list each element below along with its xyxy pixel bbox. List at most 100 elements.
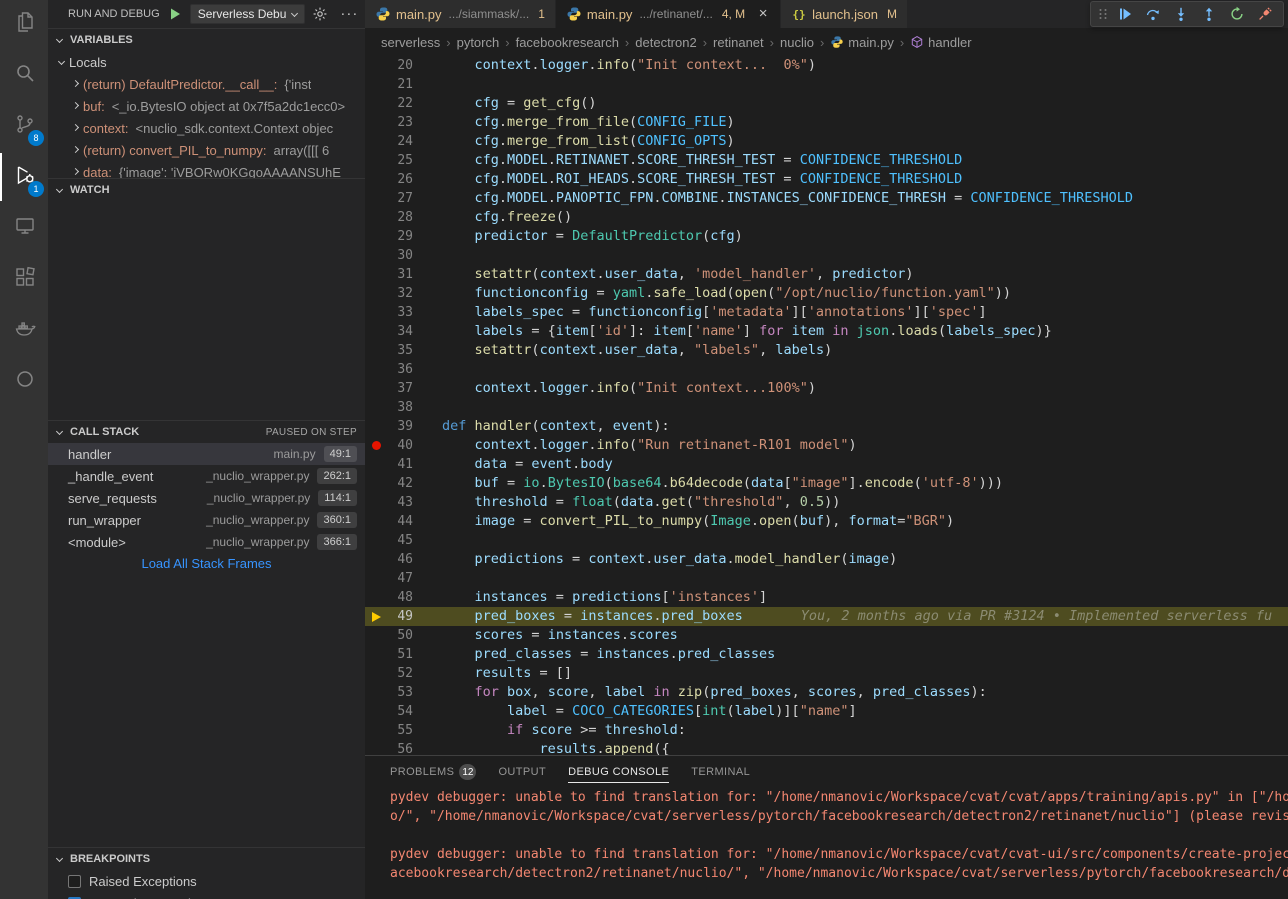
line-number[interactable]: 47: [387, 569, 413, 588]
line-number[interactable]: 22: [387, 94, 413, 113]
scope-locals-row[interactable]: Locals: [48, 51, 365, 73]
line-number[interactable]: 49: [387, 607, 413, 626]
gutter-margin[interactable]: [365, 113, 387, 132]
code-line[interactable]: 21: [365, 75, 1288, 94]
breadcrumb-item[interactable]: serverless: [381, 35, 440, 50]
line-number[interactable]: 56: [387, 740, 413, 755]
gutter-margin[interactable]: [365, 189, 387, 208]
activitybar-explorer[interactable]: [0, 0, 48, 48]
variable-row[interactable]: (return) convert_PIL_to_numpy:array([[[ …: [48, 139, 365, 161]
gutter-margin[interactable]: [365, 151, 387, 170]
code-line[interactable]: 33 labels_spec = functionconfig['metadat…: [365, 303, 1288, 322]
editor-tab[interactable]: main.py.../siammask/...1: [365, 0, 556, 28]
stack-frame-row[interactable]: handlermain.py49:1: [48, 443, 365, 465]
stack-frame-row[interactable]: run_wrapper_nuclio_wrapper.py360:1: [48, 509, 365, 531]
more-actions-icon[interactable]: ···: [340, 9, 358, 19]
code-line[interactable]: 23 cfg.merge_from_file(CONFIG_FILE): [365, 113, 1288, 132]
code-line[interactable]: 34 labels = {item['id']: item['name'] fo…: [365, 322, 1288, 341]
gutter-margin[interactable]: [365, 94, 387, 113]
gutter-margin[interactable]: [365, 341, 387, 360]
activitybar-extensions[interactable]: [0, 255, 48, 303]
gutter-margin[interactable]: [365, 303, 387, 322]
line-number[interactable]: 44: [387, 512, 413, 531]
code-line[interactable]: 39def handler(context, event):: [365, 417, 1288, 436]
call-stack-pane-header[interactable]: CALL STACK PAUSED ON STEP: [48, 421, 365, 443]
gutter-margin[interactable]: [365, 493, 387, 512]
activitybar-remote-explorer[interactable]: [0, 204, 48, 252]
code-line[interactable]: 29 predictor = DefaultPredictor(cfg): [365, 227, 1288, 246]
breakpoint-row[interactable]: Raised Exceptions: [48, 870, 365, 892]
code-line[interactable]: 56 results.append({: [365, 740, 1288, 755]
line-number[interactable]: 38: [387, 398, 413, 417]
gutter-margin[interactable]: [365, 284, 387, 303]
gutter-margin[interactable]: [365, 740, 387, 755]
disconnect-button[interactable]: [1252, 2, 1278, 26]
line-number[interactable]: 41: [387, 455, 413, 474]
panel-tab-problems[interactable]: PROBLEMS12: [390, 757, 476, 785]
line-number[interactable]: 32: [387, 284, 413, 303]
gutter-margin[interactable]: [365, 626, 387, 645]
code-line[interactable]: 22 cfg = get_cfg(): [365, 94, 1288, 113]
editor-tab[interactable]: {}launch.jsonM: [781, 0, 908, 28]
gutter-margin[interactable]: [365, 75, 387, 94]
line-number[interactable]: 45: [387, 531, 413, 550]
breakpoint-row[interactable]: Uncaught Exceptions: [48, 892, 365, 899]
variables-pane-header[interactable]: VARIABLES: [48, 29, 365, 51]
load-all-stack-frames-link[interactable]: Load All Stack Frames: [48, 553, 365, 575]
code-line[interactable]: 25 cfg.MODEL.RETINANET.SCORE_THRESH_TEST…: [365, 151, 1288, 170]
step-over-button[interactable]: [1140, 2, 1166, 26]
code-line[interactable]: 20 context.logger.info("Init context... …: [365, 56, 1288, 75]
editor-tab[interactable]: main.py.../retinanet/...4, M×: [556, 0, 781, 28]
breadcrumb-item[interactable]: retinanet: [713, 35, 764, 50]
line-number[interactable]: 36: [387, 360, 413, 379]
gutter-margin[interactable]: [365, 170, 387, 189]
activitybar-search[interactable]: [0, 51, 48, 99]
breadcrumb-item[interactable]: handler: [910, 35, 971, 50]
breadcrumb-item[interactable]: nuclio: [780, 35, 814, 50]
gutter-margin[interactable]: [365, 683, 387, 702]
code-line[interactable]: 49 pred_boxes = instances.pred_boxesYou,…: [365, 607, 1288, 626]
gutter-margin[interactable]: [365, 417, 387, 436]
variable-row[interactable]: buf:<_io.BytesIO object at 0x7f5a2dc1ecc…: [48, 95, 365, 117]
code-line[interactable]: 31 setattr(context.user_data, 'model_han…: [365, 265, 1288, 284]
breakpoints-pane-header[interactable]: BREAKPOINTS: [48, 848, 365, 870]
code-line[interactable]: 24 cfg.merge_from_list(CONFIG_OPTS): [365, 132, 1288, 151]
gripper-icon[interactable]: [1096, 6, 1110, 22]
code-line[interactable]: 48 instances = predictions['instances']: [365, 588, 1288, 607]
line-number[interactable]: 37: [387, 379, 413, 398]
code-line[interactable]: 47: [365, 569, 1288, 588]
line-number[interactable]: 33: [387, 303, 413, 322]
line-number[interactable]: 31: [387, 265, 413, 284]
gutter-margin[interactable]: [365, 512, 387, 531]
line-number[interactable]: 23: [387, 113, 413, 132]
restart-button[interactable]: [1224, 2, 1250, 26]
code-line[interactable]: 38: [365, 398, 1288, 417]
debug-config-dropdown[interactable]: Serverless Debu: [190, 4, 306, 24]
gutter-margin[interactable]: [365, 474, 387, 493]
line-number[interactable]: 42: [387, 474, 413, 493]
code-line[interactable]: 27 cfg.MODEL.PANOPTIC_FPN.COMBINE.INSTAN…: [365, 189, 1288, 208]
line-number[interactable]: 26: [387, 170, 413, 189]
code-line[interactable]: 41 data = event.body: [365, 455, 1288, 474]
code-line[interactable]: 43 threshold = float(data.get("threshold…: [365, 493, 1288, 512]
breadcrumb-item[interactable]: detectron2: [635, 35, 696, 50]
stack-frame-row[interactable]: serve_requests_nuclio_wrapper.py114:1: [48, 487, 365, 509]
gutter-margin[interactable]: [365, 132, 387, 151]
watch-pane-header[interactable]: WATCH: [48, 179, 365, 201]
activitybar-docker[interactable]: [0, 306, 48, 354]
activitybar-circle[interactable]: [0, 357, 48, 405]
gutter-margin[interactable]: [365, 208, 387, 227]
code-editor[interactable]: 20 context.logger.info("Init context... …: [365, 56, 1288, 755]
line-number[interactable]: 30: [387, 246, 413, 265]
checkbox[interactable]: [68, 875, 81, 888]
code-line[interactable]: 26 cfg.MODEL.ROI_HEADS.SCORE_THRESH_TEST…: [365, 170, 1288, 189]
code-line[interactable]: 28 cfg.freeze(): [365, 208, 1288, 227]
stack-frame-row[interactable]: <module>_nuclio_wrapper.py366:1: [48, 531, 365, 553]
code-line[interactable]: 35 setattr(context.user_data, "labels", …: [365, 341, 1288, 360]
line-number[interactable]: 24: [387, 132, 413, 151]
gutter-margin[interactable]: [365, 550, 387, 569]
breadcrumb-item[interactable]: pytorch: [457, 35, 500, 50]
panel-tab-output[interactable]: OUTPUT: [498, 759, 546, 783]
gutter-margin[interactable]: [365, 588, 387, 607]
line-number[interactable]: 20: [387, 56, 413, 75]
